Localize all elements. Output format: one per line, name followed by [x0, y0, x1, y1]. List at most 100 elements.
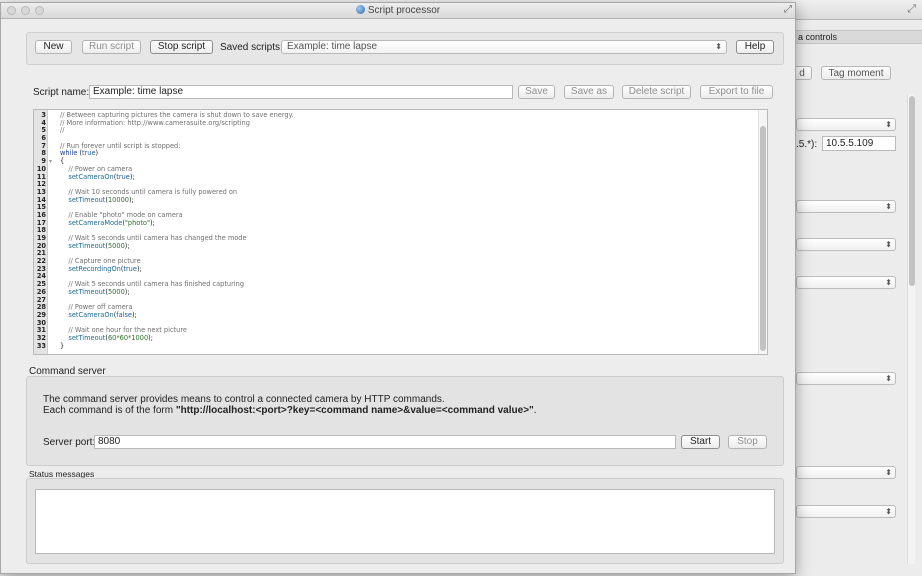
chevron-updown-icon: ⬍ — [885, 240, 892, 249]
code-token: ); — [129, 172, 135, 181]
code-text: setCameraMode("photo"); — [60, 218, 155, 228]
code-line[interactable]: 9 ▾{ — [34, 157, 759, 166]
code-line[interactable]: 28 // Power off camera — [34, 303, 759, 312]
bg-dropdown-3[interactable]: ⬍ — [796, 238, 896, 251]
code-text: setTimeout(60*60*1000); — [60, 333, 153, 343]
code-token: 60*60*1000 — [107, 333, 149, 342]
stop-script-button[interactable]: Stop script — [150, 40, 213, 54]
tag-moment-button[interactable]: Tag moment — [821, 66, 891, 80]
code-token: setCameraOn — [60, 310, 114, 319]
code-token: 10000 — [107, 195, 129, 204]
script-name-input[interactable]: Example: time lapse — [89, 85, 513, 99]
code-line[interactable]: 32 setTimeout(60*60*1000); — [34, 333, 759, 343]
code-token: } — [60, 341, 65, 350]
code-line[interactable]: 11 setCameraOn(true); — [34, 172, 759, 182]
code-line[interactable]: 23 setRecordingOn(true); — [34, 264, 759, 274]
window-title: Script processor — [1, 5, 795, 16]
command-format: "http://localhost:<port>?key=<command na… — [175, 405, 534, 416]
start-server-button[interactable]: Start — [681, 435, 720, 449]
stop-server-button[interactable]: Stop — [728, 435, 767, 449]
bg-dropdown-4[interactable]: ⬍ — [796, 276, 896, 289]
code-text: setCameraOn(true); — [60, 172, 135, 182]
code-token: setTimeout — [60, 287, 106, 296]
code-text: setTimeout(10000); — [60, 195, 133, 205]
code-text: while (true) — [60, 150, 98, 158]
titlebar: Script processor ⤢ — [1, 3, 795, 19]
new-button[interactable]: New — [35, 40, 72, 54]
code-line[interactable]: 7// Run forever until script is stopped: — [34, 142, 759, 151]
server-port-input[interactable]: 8080 — [94, 435, 676, 449]
code-line[interactable]: 27 — [34, 296, 759, 305]
help-button[interactable]: Help — [736, 40, 774, 54]
bg-dropdown-5[interactable]: ⬍ — [796, 372, 896, 385]
export-to-file-button[interactable]: Export to file — [700, 85, 773, 99]
fold-arrow-icon[interactable]: ▾ — [49, 158, 52, 166]
chevron-updown-icon: ⬍ — [885, 120, 892, 129]
run-script-button[interactable]: Run script — [82, 40, 141, 54]
status-messages-area[interactable] — [35, 489, 775, 554]
saved-scripts-label: Saved scripts: — [220, 42, 283, 53]
code-line[interactable]: 17 setCameraMode("photo"); — [34, 218, 759, 228]
code-line[interactable]: 4// More information: http://www.cameras… — [34, 118, 759, 128]
delete-script-button[interactable]: Delete script — [622, 85, 691, 99]
code-token: true — [123, 264, 137, 273]
code-token: setTimeout — [60, 333, 106, 342]
bg-dropdown-7[interactable]: ⬍ — [796, 505, 896, 518]
window-title-text: Script processor — [367, 5, 441, 16]
bg-dropdown-1[interactable]: ⬍ — [796, 118, 896, 131]
code-token: 5000 — [107, 241, 125, 250]
chevron-updown-icon: ⬍ — [885, 278, 892, 287]
code-line[interactable]: 29 setCameraOn(false); — [34, 310, 759, 320]
code-line[interactable]: 10 // Power on camera — [34, 165, 759, 174]
code-token: 5000 — [107, 287, 125, 296]
code-line[interactable]: 20 setTimeout(5000); — [34, 241, 759, 251]
editor-scrollbar[interactable] — [758, 110, 767, 354]
code-line[interactable]: 8 while (true) — [34, 150, 759, 158]
save-as-button[interactable]: Save as — [564, 85, 614, 99]
fullscreen-icon[interactable]: ⤢ — [784, 4, 792, 15]
code-line[interactable]: 25 // Wait 5 seconds until camera has fi… — [34, 280, 759, 289]
code-line[interactable]: 26 setTimeout(5000); — [34, 287, 759, 297]
code-token: true — [81, 149, 96, 158]
code-line[interactable]: 13 // Wait 10 seconds until camera is fu… — [34, 188, 759, 197]
command-server-description-2: Each command is of the form "http://loca… — [43, 405, 537, 416]
code-token: setCameraMode — [60, 218, 123, 227]
code-token: setTimeout — [60, 241, 106, 250]
bg-dropdown-6[interactable]: ⬍ — [796, 466, 896, 479]
code-token: ); — [136, 264, 142, 273]
command-server-description-1: The command server provides means to con… — [43, 394, 445, 405]
code-line[interactable]: 19 // Wait 5 seconds until camera has ch… — [34, 234, 759, 243]
bg-tab-camera-controls[interactable]: a controls — [796, 30, 922, 44]
code-line[interactable]: 5// — [34, 127, 759, 135]
code-token: setRecordingOn — [60, 264, 121, 273]
bg-fullscreen-icon[interactable]: ⤢ — [907, 3, 916, 16]
code-text: } — [60, 341, 65, 351]
code-text: setTimeout(5000); — [60, 241, 129, 251]
server-port-label: Server port: — [43, 437, 96, 448]
bg-scrollbar[interactable] — [907, 94, 915, 564]
script-editor[interactable]: 3// Between capturing pictures the camer… — [33, 109, 768, 355]
bg-dropdown-2[interactable]: ⬍ — [796, 200, 896, 213]
code-token: true — [116, 172, 130, 181]
code-line[interactable]: 21 — [34, 250, 759, 258]
code-text: // — [60, 127, 64, 135]
code-token: ); — [131, 310, 137, 319]
chevron-updown-icon: ⬍ — [885, 374, 892, 383]
code-line[interactable]: 33} — [34, 341, 759, 351]
code-line[interactable]: 22 // Capture one picture — [34, 257, 759, 266]
code-token: "photo" — [124, 218, 150, 227]
chevron-updown-icon: ⬍ — [885, 468, 892, 477]
code-token: ); — [149, 218, 155, 227]
code-line[interactable]: 14 setTimeout(10000); — [34, 195, 759, 205]
chevron-updown-icon: ⬍ — [715, 42, 722, 51]
save-button[interactable]: Save — [518, 85, 555, 99]
bg-scrollbar-thumb[interactable] — [909, 96, 915, 286]
app-icon — [355, 5, 365, 14]
code-token: ); — [124, 287, 130, 296]
saved-scripts-select[interactable]: Example: time lapse ⬍ — [281, 40, 727, 54]
bg-ip-input[interactable]: 10.5.5.109 — [822, 136, 896, 151]
bg-ip-label: .5.*): — [796, 139, 818, 150]
editor-scrollbar-thumb[interactable] — [760, 126, 766, 351]
code-text: setRecordingOn(true); — [60, 264, 142, 274]
code-token: // More information: http://www.camerasu… — [60, 118, 250, 127]
